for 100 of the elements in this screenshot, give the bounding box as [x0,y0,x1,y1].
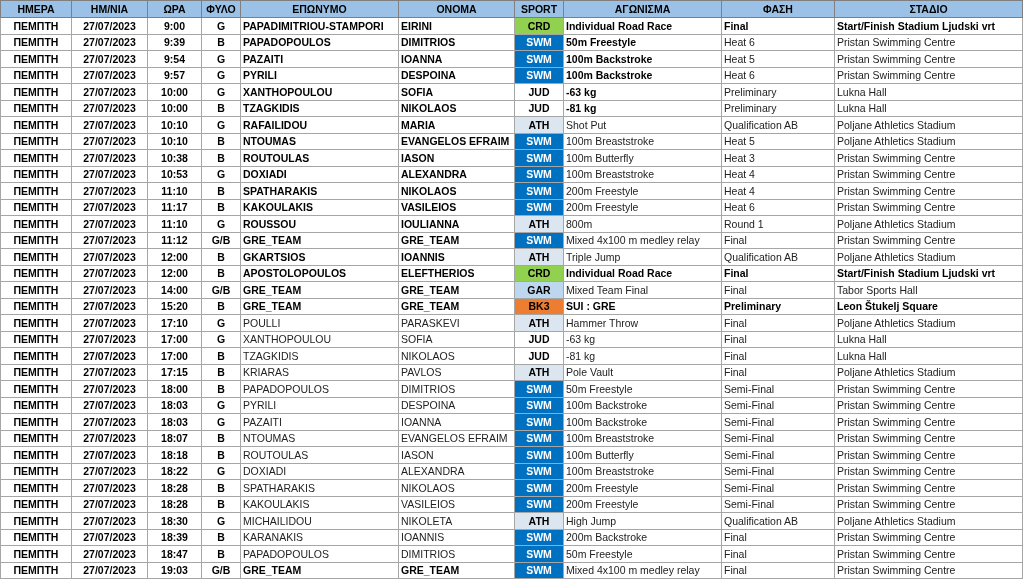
table-cell: PYRILI [240,67,399,84]
table-cell: Preliminary [721,83,835,100]
table-cell: DESPOINA [398,397,515,414]
table-cell: DIMITRIOS [398,34,515,51]
table-cell: 27/07/2023 [71,413,148,430]
table-cell: ELEFTHERIOS [398,265,515,282]
table-cell: ΠΕΜΠΤΗ [0,166,72,183]
table-cell: 27/07/2023 [71,397,148,414]
table-cell: 27/07/2023 [71,116,148,133]
table-cell: Pristan Swimming Centre [834,67,1023,84]
table-cell: Final [721,232,835,249]
table-cell: 100m Breaststroke [563,430,722,447]
table-cell: 27/07/2023 [71,265,148,282]
table-cell: DESPOINA [398,67,515,84]
column-header: ΦΥΛΟ [201,0,241,18]
table-cell: 27/07/2023 [71,199,148,216]
table-cell: Pristan Swimming Centre [834,562,1023,579]
table-cell: Poljane Athletics Stadium [834,116,1023,133]
table-cell: Triple Jump [563,248,722,265]
table-cell: -81 kg [563,100,722,117]
table-cell: 10:38 [147,149,202,166]
table-cell: 17:00 [147,331,202,348]
table-cell: 27/07/2023 [71,496,148,513]
table-cell: B [201,347,241,364]
table-cell: B [201,298,241,315]
table-cell: 27/07/2023 [71,281,148,298]
table-cell: 27/07/2023 [71,331,148,348]
table-cell: ALEXANDRA [398,166,515,183]
table-cell: G [201,17,241,34]
table-cell: 100m Breaststroke [563,166,722,183]
table-cell: ΠΕΜΠΤΗ [0,232,72,249]
table-cell: B [201,199,241,216]
table-cell: NTOUMAS [240,133,399,150]
table-cell: Individual Road Race [563,17,722,34]
table-cell: 27/07/2023 [71,182,148,199]
column-header: ΕΠΩΝΥΜΟ [240,0,399,18]
table-cell: EVANGELOS EFRAIM [398,430,515,447]
table-cell: Poljane Athletics Stadium [834,314,1023,331]
table-cell: 100m Backstroke [563,413,722,430]
table-cell: 18:28 [147,479,202,496]
table-cell: G [201,413,241,430]
table-cell: Leon Štukelj Square [834,298,1023,315]
table-cell: Hammer Throw [563,314,722,331]
table-cell: B [201,149,241,166]
table-cell: 27/07/2023 [71,34,148,51]
table-cell: 100m Backstroke [563,397,722,414]
table-cell: 200m Backstroke [563,529,722,546]
table-cell: Pristan Swimming Centre [834,496,1023,513]
table-cell: Heat 4 [721,166,835,183]
table-cell: TZAGKIDIS [240,347,399,364]
table-cell: 18:30 [147,512,202,529]
table-cell: G [201,331,241,348]
table-cell: G [201,314,241,331]
table-cell: B [201,34,241,51]
table-cell: KARANAKIS [240,529,399,546]
table-cell: 27/07/2023 [71,50,148,67]
table-cell: Individual Road Race [563,265,722,282]
table-cell: 11:10 [147,182,202,199]
table-cell: DIMITRIOS [398,545,515,562]
table-cell: 11:17 [147,199,202,216]
table-cell: ΠΕΜΠΤΗ [0,265,72,282]
table-cell: ΠΕΜΠΤΗ [0,182,72,199]
table-cell: ROUSSOU [240,215,399,232]
table-cell: ΠΕΜΠΤΗ [0,364,72,381]
table-cell: Mixed 4x100 m medley relay [563,562,722,579]
table-cell: 27/07/2023 [71,512,148,529]
table-cell: Pristan Swimming Centre [834,232,1023,249]
table-cell: Pristan Swimming Centre [834,479,1023,496]
table-cell: B [201,100,241,117]
table-cell: ΠΕΜΠΤΗ [0,512,72,529]
table-cell: G [201,215,241,232]
table-cell: IOANNIS [398,248,515,265]
table-cell: ΠΕΜΠΤΗ [0,34,72,51]
table-cell: B [201,529,241,546]
table-cell: Final [721,347,835,364]
table-cell: NIKOLAOS [398,479,515,496]
table-cell: ΠΕΜΠΤΗ [0,496,72,513]
table-cell: SOFIA [398,331,515,348]
table-cell: 14:00 [147,281,202,298]
table-cell: G/B [201,562,241,579]
table-cell: ΠΕΜΠΤΗ [0,83,72,100]
table-cell: GRE_TEAM [398,562,515,579]
table-cell: Final [721,545,835,562]
column-header: ΗΜΕΡΑ [0,0,72,18]
table-cell: Poljane Athletics Stadium [834,133,1023,150]
table-cell: GRE_TEAM [398,281,515,298]
table-cell: B [201,430,241,447]
table-cell: 9:39 [147,34,202,51]
table-cell: 50m Freestyle [563,380,722,397]
table-cell: 10:00 [147,83,202,100]
table-cell: 27/07/2023 [71,380,148,397]
table-cell: VASILEIOS [398,199,515,216]
table-cell: 10:00 [147,100,202,117]
table-cell: 17:15 [147,364,202,381]
table-cell: 27/07/2023 [71,232,148,249]
column-header: ΩΡΑ [147,0,202,18]
table-cell: 27/07/2023 [71,562,148,579]
table-cell: APOSTOLOPOULOS [240,265,399,282]
table-cell: GRE_TEAM [240,281,399,298]
table-cell: 10:10 [147,116,202,133]
